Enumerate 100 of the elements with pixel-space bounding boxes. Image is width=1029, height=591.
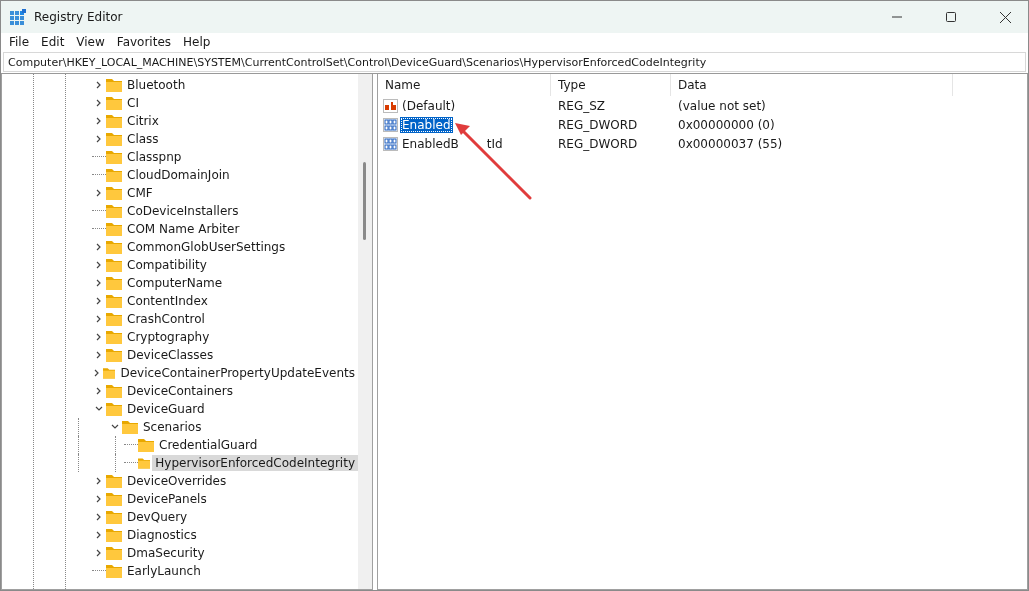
string-value-icon [383, 98, 398, 113]
value-name[interactable]: Enabled [400, 116, 453, 133]
tree-item[interactable]: DevQuery [124, 509, 191, 525]
chevron-icon[interactable] [95, 387, 103, 395]
folder-icon [138, 438, 154, 452]
folder-icon [106, 474, 122, 488]
chevron-icon[interactable] [95, 81, 103, 89]
folder-icon [106, 186, 122, 200]
tree-item[interactable]: Citrix [124, 113, 162, 129]
folder-icon [106, 492, 122, 506]
tree-item[interactable]: HypervisorEnforcedCodeIntegrity [152, 455, 358, 471]
folder-icon [106, 204, 122, 218]
chevron-icon[interactable] [95, 477, 103, 485]
chevron-icon[interactable] [95, 495, 103, 503]
tree-item[interactable]: DevicePanels [124, 491, 210, 507]
binary-value-icon [383, 117, 398, 132]
chevron-icon[interactable] [95, 243, 103, 251]
menu-item[interactable]: File [3, 35, 36, 49]
tree-item[interactable]: DeviceOverrides [124, 473, 230, 489]
chevron-icon[interactable] [95, 117, 103, 125]
address-bar[interactable]: Computer\HKEY_LOCAL_MACHINE\SYSTEM\CurrentControlSet\Control\DeviceGuard\Scenarios\HypervisorEnforcedCodeIntegrity [3, 52, 1026, 72]
table-cell-text: REG_DWORD [557, 136, 639, 151]
tree-item[interactable]: DeviceContainerPropertyUpdateEvents [117, 365, 358, 381]
table-cell-text: 0x00000037 (55) [677, 136, 784, 151]
tree-item[interactable]: CloudDomainJoin [124, 167, 233, 183]
folder-icon [106, 168, 122, 182]
tree-item[interactable]: CommonGlobUserSettings [124, 239, 289, 255]
folder-icon [106, 528, 122, 542]
tree-item[interactable]: Scenarios [140, 419, 205, 435]
table-cell-text: REG_DWORD [557, 117, 639, 132]
table-cell-text: 0x00000000 (0) [677, 117, 776, 132]
menu-item[interactable]: Help [177, 35, 217, 49]
menu-item[interactable]: View [70, 35, 111, 49]
folder-icon [106, 348, 122, 362]
table-cell-text: REG_SZ [557, 98, 607, 113]
chevron-icon[interactable] [95, 315, 103, 323]
chevron-icon[interactable] [95, 99, 103, 107]
chevron-icon[interactable] [95, 135, 103, 143]
tree-item[interactable]: CMF [124, 185, 156, 201]
chevron-icon[interactable] [111, 423, 119, 431]
folder-icon [106, 510, 122, 524]
folder-icon [106, 564, 122, 578]
tree-item[interactable]: CoDeviceInstallers [124, 203, 242, 219]
tree-item[interactable]: Classpnp [124, 149, 185, 165]
tree-item[interactable]: ComputerName [124, 275, 226, 291]
folder-icon [106, 132, 122, 146]
tree-item[interactable]: Bluetooth [124, 77, 189, 93]
folder-icon [106, 78, 122, 92]
chevron-icon[interactable] [95, 405, 103, 413]
tree-item[interactable]: DmaSecurity [124, 545, 208, 561]
chevron-icon[interactable] [95, 261, 103, 269]
chevron-icon[interactable] [95, 333, 103, 341]
chevron-icon[interactable] [95, 549, 103, 557]
chevron-icon[interactable] [95, 531, 103, 539]
tree-item[interactable]: DeviceContainers [124, 383, 236, 399]
column-header[interactable]: Type [551, 74, 671, 96]
chevron-icon[interactable] [95, 279, 103, 287]
maximize-icon[interactable] [946, 12, 956, 22]
tree-item[interactable]: CrashControl [124, 311, 208, 327]
folder-icon [102, 366, 116, 380]
tree-item[interactable]: ContentIndex [124, 293, 211, 309]
value-name[interactable]: EnabledB [400, 135, 461, 152]
close-icon[interactable] [999, 11, 1011, 23]
folder-icon [106, 330, 122, 344]
window-title: Registry Editor [34, 10, 124, 24]
tree-item[interactable]: Compatibility [124, 257, 210, 273]
folder-icon [106, 312, 122, 326]
folder-icon [106, 240, 122, 254]
binary-value-icon [383, 136, 398, 151]
folder-icon [106, 150, 122, 164]
column-header[interactable]: Name [378, 74, 551, 96]
folder-icon [106, 276, 122, 290]
tree-item[interactable]: Diagnostics [124, 527, 200, 543]
value-name[interactable]: (Default) [400, 97, 458, 114]
tree-item[interactable]: CredentialGuard [156, 437, 261, 453]
app-icon [10, 9, 26, 25]
column-header[interactable]: Data [671, 74, 953, 96]
menu-item[interactable]: Favorites [110, 35, 178, 49]
chevron-icon[interactable] [95, 297, 103, 305]
folder-icon [106, 402, 122, 416]
folder-icon [138, 456, 151, 470]
tree-item[interactable]: Class [124, 131, 162, 147]
folder-icon [106, 96, 122, 110]
scrollbar[interactable] [358, 74, 372, 589]
tree-item[interactable]: Cryptography [124, 329, 213, 345]
chevron-icon[interactable] [95, 513, 103, 521]
folder-icon [122, 420, 138, 434]
menu-item[interactable]: Edit [35, 35, 71, 49]
chevron-icon[interactable] [95, 351, 103, 359]
tree-item[interactable]: DeviceClasses [124, 347, 217, 363]
chevron-icon[interactable] [95, 189, 103, 197]
tree-item[interactable]: DeviceGuard [124, 401, 208, 417]
folder-icon [106, 546, 122, 560]
folder-icon [106, 222, 122, 236]
folder-icon [106, 384, 122, 398]
folder-icon [106, 294, 122, 308]
value-name[interactable]: tId [486, 136, 503, 151]
tree-item[interactable]: EarlyLaunch [124, 563, 204, 579]
tree-item[interactable]: CI [124, 95, 142, 111]
tree-item[interactable]: COM Name Arbiter [124, 221, 243, 237]
